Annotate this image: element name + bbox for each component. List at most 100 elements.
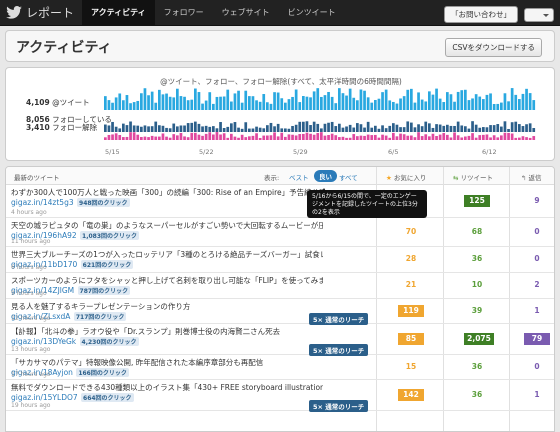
user-menu-button[interactable] (524, 7, 554, 22)
unfollows-bar (392, 132, 395, 140)
retweets-count: 68 (471, 227, 483, 236)
csv-download-button[interactable]: CSVをダウンロードする (445, 38, 542, 57)
mentions-bar (323, 95, 327, 110)
follows-bar (158, 125, 161, 132)
table-row[interactable]: 無料でダウンロードできる430種類以上のイラスト集「430+ FREE stor… (6, 380, 554, 412)
table-row[interactable]: わずか300人で100万人と戦った映画「300」の続編「300: Rise of… (6, 185, 554, 218)
follows-bar (341, 127, 345, 132)
unfollows-bar (377, 137, 381, 140)
replies-count: 1 (534, 306, 540, 315)
table-row[interactable]: 【訃報】「北斗の拳」ラオウ役や「Dr.スランプ」則巻博士役の内海賢二さん死去 gi… (6, 324, 554, 356)
table-row[interactable]: 見る人を魅了するキラープレゼンテーションの作り方 gigaz.in/ZLsxdA … (6, 299, 554, 325)
follows-bar (226, 126, 230, 132)
col-replies[interactable]: ↰ 返信 (521, 172, 542, 182)
table-row[interactable]: 世界三大ブルーチーズの1つが入ったロッテリア「3種のとろける絶品チーズバーガー」… (6, 247, 554, 273)
unfollows-bar (428, 136, 431, 140)
follows-bar (370, 127, 374, 132)
click-count: 166回のクリック (76, 368, 129, 377)
unfollows-bar (212, 134, 215, 140)
follows-bar (183, 125, 186, 132)
nav-websites[interactable]: ウェブサイト (213, 0, 279, 26)
mentions-bar (446, 92, 449, 110)
mentions-bar (302, 96, 305, 110)
favorites-count: 70 (405, 227, 417, 236)
unfollows-bar (226, 137, 230, 140)
tweet-link[interactable]: gigaz.in/13DYeGk (11, 337, 76, 346)
follows-bar (352, 127, 356, 132)
follows-bar (230, 123, 233, 132)
follows-bar (107, 125, 111, 132)
follows-bar (492, 125, 496, 132)
mentions-bar (244, 90, 248, 110)
click-count: 664回のクリック (81, 393, 134, 402)
brand[interactable]: レポート (0, 0, 82, 26)
follows-bar (374, 125, 377, 132)
follows-bar (356, 123, 359, 132)
unfollows-bar (255, 133, 258, 140)
follows-bar (312, 121, 316, 132)
mentions-bar (467, 100, 471, 110)
retweets-count: 2,075 (464, 333, 494, 345)
mentions-bar (363, 90, 366, 110)
unfollows-bar (125, 136, 129, 140)
unfollows-bar (208, 132, 212, 140)
unfollows-bar (334, 135, 338, 140)
mentions-bar (370, 102, 374, 110)
unfollows-bar (467, 135, 471, 140)
unfollows-bar (309, 133, 312, 140)
follows-bar (150, 126, 154, 132)
col-retweets[interactable]: ⇆ リツイート (453, 172, 493, 182)
mentions-bar (345, 95, 348, 110)
nav-followers[interactable]: フォロワー (155, 0, 213, 26)
x-tick: 6/12 (482, 148, 497, 156)
unfollows-bar (348, 137, 352, 140)
click-count: 948回のクリック (77, 198, 130, 207)
mentions-bar (330, 96, 334, 110)
follows-bar (410, 122, 413, 132)
favorites-count: 28 (405, 254, 417, 263)
follows-bar (309, 125, 312, 132)
col-favorites[interactable]: ★ お気に入り (386, 172, 426, 182)
unfollows-bar (359, 135, 363, 140)
unfollows-bar (179, 132, 183, 140)
mentions-bar (496, 103, 500, 110)
favorites-count: 85 (398, 333, 424, 345)
replies-count: 0 (534, 362, 540, 371)
unfollows-bar (273, 132, 276, 140)
filter-all[interactable]: すべて (339, 172, 358, 182)
mentions-bar (294, 89, 298, 110)
filter-good[interactable]: 良い (314, 170, 337, 182)
nav-activity[interactable]: アクティビティ (82, 0, 155, 26)
mentions-bar (132, 102, 136, 110)
filter-best[interactable]: ベスト (289, 172, 309, 182)
star-icon: ★ (386, 174, 392, 182)
follows-bar (136, 125, 140, 132)
retweets-count: 10 (471, 280, 483, 289)
favorites-count: 21 (405, 280, 417, 289)
tweet-age: 11 hours ago (11, 238, 51, 245)
mentions-bar (489, 93, 492, 110)
unfollows-bar (305, 132, 309, 140)
table-row[interactable]: 「サカサマのパテマ」特報映像公開, 昨年配信された本編序章部分も再配信 gigaz… (6, 355, 554, 380)
mentions-bar (154, 102, 158, 110)
tweet-link[interactable]: gigaz.in/14zt5g3 (11, 198, 74, 207)
nav-pinned[interactable]: ビンツイート (279, 0, 345, 26)
mentions-bar (474, 94, 478, 110)
mentions-bar (176, 88, 179, 110)
unfollows-bar (402, 134, 406, 140)
favorites-count: 15 (405, 362, 417, 371)
mentions-bar (507, 101, 510, 110)
mentions-bar (107, 100, 111, 110)
follows-bar (287, 128, 291, 132)
table-row[interactable]: スポーツカーのようにフタをシャッと押し上げて名刺を取り出し可能な「FLIP」を使… (6, 273, 554, 299)
unfollows-bar (154, 136, 158, 140)
table-row[interactable]: 天空の城ラピュタの「竜の巣」のようなスーパーセルがすごい勢いで大回転するムービー… (6, 218, 554, 247)
mentions-bar (413, 102, 417, 110)
mentions-bar (525, 88, 528, 110)
inquiry-button[interactable]: 「お問い合わせ」 (444, 6, 518, 23)
tweet-link-wrap: gigaz.in/13DYeGk 4,230回のクリック (11, 337, 139, 346)
follows-bar (298, 121, 302, 132)
tweet-link[interactable]: gigaz.in/15YLDO7 (11, 393, 78, 402)
retweets-count: 36 (471, 390, 483, 399)
mentions-bar (518, 99, 521, 110)
